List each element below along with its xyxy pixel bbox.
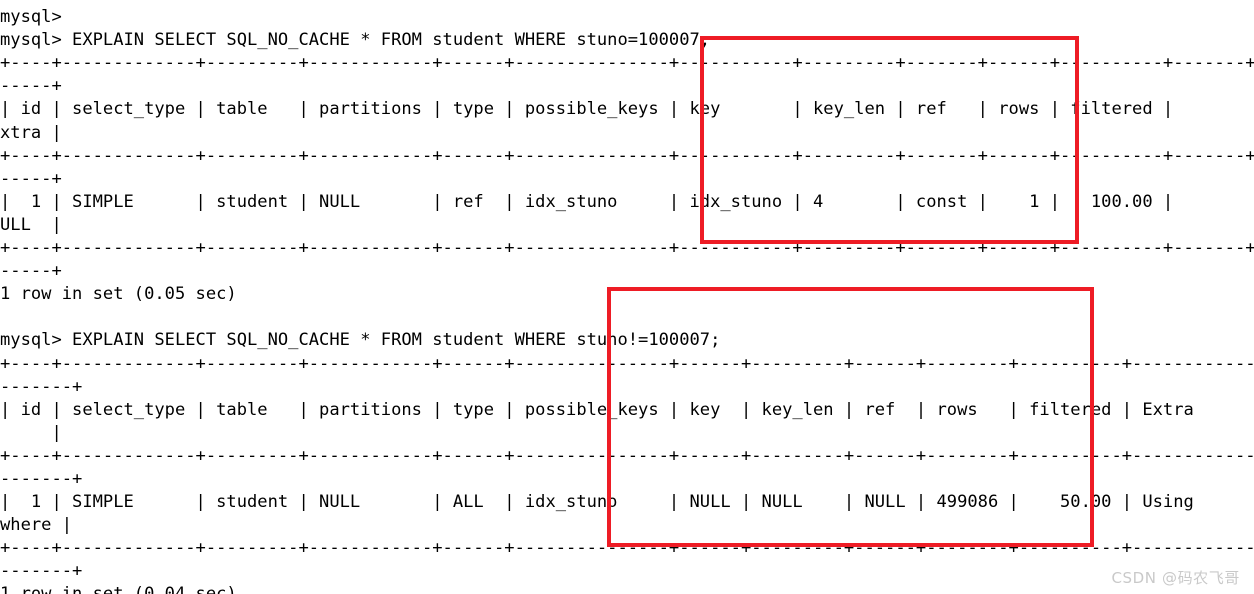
console-line: 1 row in set (0.04 sec) (0, 583, 1254, 594)
console-line: | 1 | SIMPLE | student | NULL | ref | id… (0, 191, 1174, 212)
console-line: +----+-------------+---------+----------… (0, 145, 1254, 166)
console-line: +----+-------------+---------+----------… (0, 538, 1254, 559)
console-line: | (0, 422, 62, 443)
console-output: mysql> mysql> EXPLAIN SELECT SQL_NO_CACHE… (0, 6, 1254, 594)
console-line: where | (0, 515, 73, 536)
csdn-watermark: CSDN @码农飞哥 (1111, 569, 1240, 587)
console-line: | 1 | SIMPLE | student | NULL | ALL | id… (0, 492, 1254, 513)
console-line: -----+ (0, 168, 62, 189)
console-line: -------+ (0, 376, 83, 397)
console-line: | id | select_type | table | partitions … (0, 399, 1254, 420)
terminal-window: mysql> mysql> EXPLAIN SELECT SQL_NO_CACHE… (0, 0, 1254, 594)
console-line: -----+ (0, 261, 62, 282)
console-line: -----+ (0, 76, 62, 97)
console-line: mysql> EXPLAIN SELECT SQL_NO_CACHE * FRO… (0, 30, 711, 51)
console-line: xtra | (0, 122, 62, 143)
console-line: +----+-------------+---------+----------… (0, 445, 1254, 466)
console-line: +----+-------------+---------+----------… (0, 238, 1254, 259)
console-line: -------+ (0, 468, 83, 489)
console-line: +----+-------------+---------+----------… (0, 353, 1254, 374)
console-line: ULL | (0, 214, 62, 235)
console-line: mysql> (0, 7, 62, 28)
console-line: mysql> EXPLAIN SELECT SQL_NO_CACHE * FRO… (0, 330, 721, 351)
console-line: | id | select_type | table | partitions … (0, 99, 1174, 120)
console-line: -------+ (0, 561, 83, 582)
console-line: +----+-------------+---------+----------… (0, 53, 1254, 74)
console-line: 1 row in set (0.05 sec) (0, 284, 237, 305)
